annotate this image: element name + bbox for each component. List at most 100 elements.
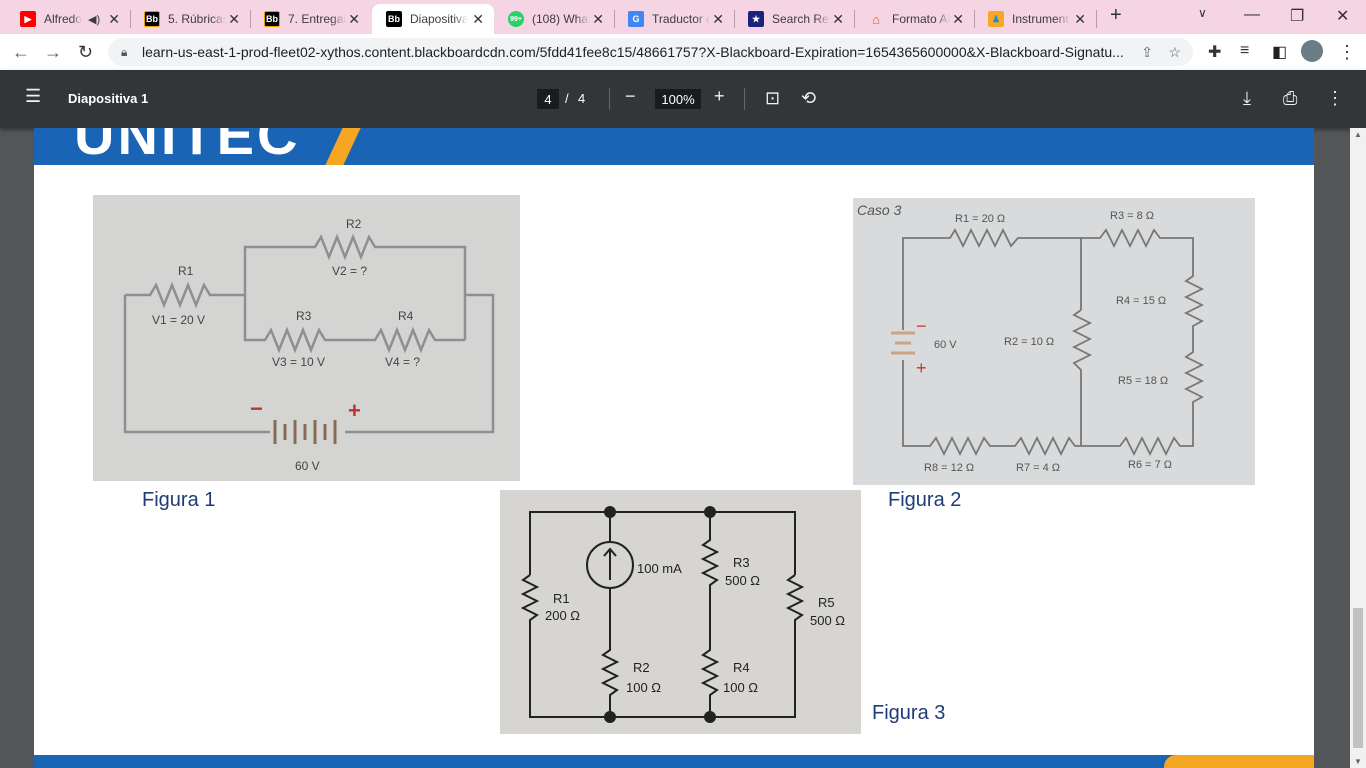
close-window-button[interactable]: ✕	[1336, 6, 1349, 26]
media-control-icon[interactable]: ≡	[1240, 42, 1249, 60]
close-tab-icon[interactable]: ✕	[712, 11, 724, 28]
whatsapp-icon: 99+	[508, 11, 524, 27]
graduation-cap-icon: ⌂	[872, 11, 880, 27]
svg-text:R3 = 8 Ω: R3 = 8 Ω	[1110, 210, 1154, 222]
svg-text:60 V: 60 V	[295, 459, 320, 473]
download-icon[interactable]: ⤓	[1243, 88, 1251, 109]
svg-text:R1 = 20 Ω: R1 = 20 Ω	[955, 213, 1005, 225]
tab-search-results[interactable]: ★Search Results✕	[734, 4, 854, 34]
pdf-toolbar: ☰ Diapositiva 1 4 / 4 − 100% + ⊡ ⟲ ⤓ ⎙ ⋮	[0, 70, 1366, 128]
document-title: Diapositiva 1	[68, 91, 149, 106]
extensions-icon[interactable]: ✚	[1208, 42, 1221, 62]
svg-text:60 V: 60 V	[934, 339, 957, 351]
profile-avatar[interactable]	[1301, 40, 1323, 62]
page-total: 4	[578, 91, 586, 106]
google-translate-icon: G	[628, 11, 644, 27]
scroll-up-icon[interactable]: ▲	[1354, 130, 1362, 139]
close-tab-icon[interactable]: ✕	[472, 11, 484, 28]
back-icon[interactable]: ←	[12, 42, 30, 63]
close-tab-icon[interactable]: ✕	[952, 11, 964, 28]
svg-text:R5 = 18 Ω: R5 = 18 Ω	[1118, 375, 1168, 387]
scrollbar-thumb[interactable]	[1353, 608, 1363, 748]
svg-text:−: −	[250, 396, 263, 421]
print-icon[interactable]: ⎙	[1283, 88, 1297, 109]
chrome-menu-icon[interactable]: ⋮	[1338, 42, 1356, 63]
close-tab-icon[interactable]: ✕	[592, 11, 604, 28]
zoom-out-icon[interactable]: −	[625, 86, 636, 107]
blackboard-icon: Bb	[264, 11, 280, 27]
svg-text:R2: R2	[346, 217, 362, 231]
svg-text:R2 = 10 Ω: R2 = 10 Ω	[1004, 336, 1054, 348]
forward-icon[interactable]: →	[44, 42, 62, 63]
minimize-button[interactable]: —	[1244, 6, 1260, 24]
app-icon: ♟	[988, 11, 1004, 27]
speaker-icon[interactable]: ◀)	[88, 13, 100, 26]
svg-text:+: +	[348, 398, 361, 423]
tab-diapositiva[interactable]: BbDiapositiva 1✕	[372, 4, 494, 34]
figure-2-caption: Figura 2	[888, 489, 962, 511]
svg-text:R1: R1	[178, 264, 194, 278]
url-field[interactable]: 🔒︎ learn-us-east-1-prod-fleet02-xythos.c…	[108, 38, 1193, 66]
close-tab-icon[interactable]: ✕	[348, 11, 360, 28]
svg-text:Caso 3: Caso 3	[857, 202, 902, 218]
svg-text:V2 = ?: V2 = ?	[332, 264, 367, 278]
fit-page-icon[interactable]: ⊡	[765, 88, 780, 109]
svg-text:100 Ω: 100 Ω	[626, 680, 661, 695]
tab-whatsapp[interactable]: 99+(108) WhatsApp✕	[494, 4, 614, 34]
svg-text:R1: R1	[553, 591, 570, 606]
header-band: UNITEC	[34, 128, 1314, 166]
tab-formato-apa[interactable]: ⌂Formato APA✕	[854, 4, 974, 34]
svg-text:R5: R5	[818, 595, 835, 610]
figure-3-circuit: 100 mA R1 200 Ω R2 100 Ω R3 500 Ω R4 100 Ω R…	[500, 490, 861, 734]
svg-text:500 Ω: 500 Ω	[725, 573, 760, 588]
zoom-input[interactable]: 100%	[655, 89, 701, 109]
figure-1-caption: Figura 1	[142, 489, 216, 511]
figure-3-caption: Figura 3	[872, 702, 946, 724]
lock-icon: 🔒︎	[121, 44, 128, 59]
svg-text:R4: R4	[398, 309, 414, 323]
svg-text:R4 = 15 Ω: R4 = 15 Ω	[1116, 295, 1166, 307]
svg-text:−: −	[916, 316, 927, 336]
close-tab-icon[interactable]: ✕	[832, 11, 844, 28]
close-tab-icon[interactable]: ✕	[1074, 11, 1086, 28]
restore-button[interactable]: ❐	[1290, 6, 1304, 26]
close-tab-icon[interactable]: ✕	[108, 11, 120, 28]
footer-band	[34, 755, 1314, 768]
side-panel-icon[interactable]: ◧	[1272, 42, 1287, 62]
scroll-down-icon[interactable]: ▼	[1354, 757, 1362, 766]
new-tab-button[interactable]: +	[1110, 4, 1122, 27]
tab-search-icon[interactable]: ∨	[1198, 6, 1207, 20]
rotate-icon[interactable]: ⟲	[801, 88, 816, 109]
unitec-logo: UNITEC	[74, 128, 301, 166]
svg-text:V4 = ?: V4 = ?	[385, 355, 420, 369]
tab-traductor[interactable]: GTraductor de Google✕	[614, 4, 734, 34]
tab-strip: ▶Alfredo◀)✕ Bb5. Rúbricas✕ Bb7. Entregab…	[0, 0, 1366, 34]
svg-text:R3: R3	[733, 555, 750, 570]
zoom-in-icon[interactable]: +	[714, 86, 725, 107]
svg-text:V3 = 10 V: V3 = 10 V	[272, 355, 325, 369]
page-number-input[interactable]: 4	[537, 89, 559, 109]
bookmark-star-icon[interactable]: ☆	[1168, 44, 1181, 61]
share-icon[interactable]: ⇪	[1141, 44, 1153, 61]
youtube-icon: ▶	[20, 11, 36, 27]
tab-rubricas[interactable]: Bb 5. Rúbricas ✕	[130, 4, 250, 34]
tab-youtube[interactable]: ▶ Alfredo ◀) ✕	[6, 4, 130, 34]
tab-instrumento[interactable]: ♟ Instrumento ✕	[974, 4, 1096, 34]
svg-text:+: +	[916, 358, 927, 378]
menu-icon[interactable]: ☰	[25, 86, 41, 107]
svg-text:V1 = 20 V: V1 = 20 V	[152, 313, 205, 327]
svg-text:R8 = 12 Ω: R8 = 12 Ω	[924, 462, 974, 474]
tab-entregable[interactable]: Bb7. Entregable✕	[250, 4, 370, 34]
blackboard-icon: Bb	[386, 11, 402, 27]
vertical-scrollbar[interactable]: ▲ ▼	[1350, 128, 1366, 768]
svg-text:R6 = 7 Ω: R6 = 7 Ω	[1128, 459, 1172, 471]
close-tab-icon[interactable]: ✕	[228, 11, 240, 28]
reload-icon[interactable]: ↻	[78, 42, 93, 63]
shield-star-icon: ★	[748, 11, 764, 27]
svg-text:R4: R4	[733, 660, 750, 675]
svg-text:100 mA: 100 mA	[637, 561, 682, 576]
figure-2-circuit: Caso 3 R1 = 20 Ω R3 = 8 Ω R4 = 15 Ω R2 =…	[853, 198, 1255, 485]
address-bar-row: ← → ↻ 🔒︎ learn-us-east-1-prod-fleet02-xy…	[0, 34, 1366, 70]
more-actions-icon[interactable]: ⋮	[1326, 88, 1344, 109]
svg-text:500 Ω: 500 Ω	[810, 613, 845, 628]
